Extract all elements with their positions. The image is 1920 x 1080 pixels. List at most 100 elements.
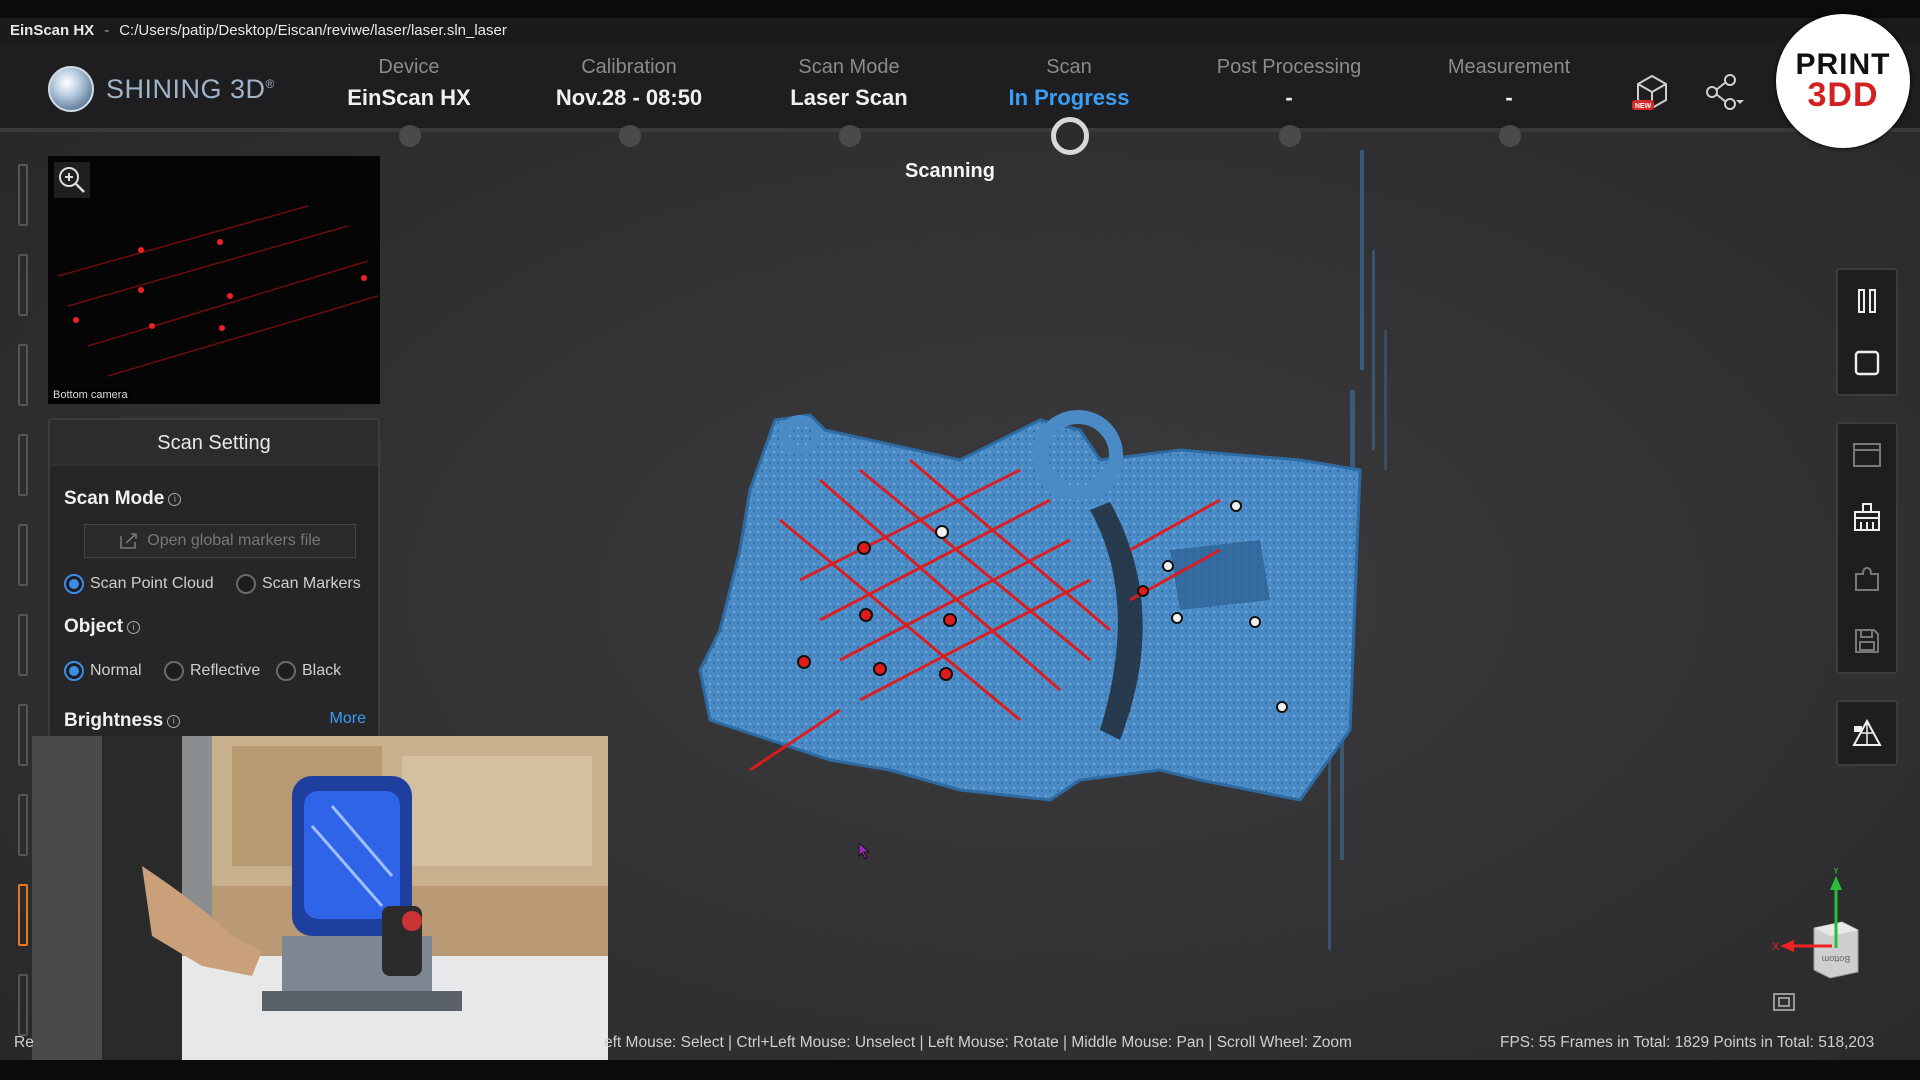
step-measurement[interactable]: Measurement - [1399, 56, 1619, 111]
radio-scan-point-cloud[interactable]: Scan Point Cloud [64, 574, 214, 594]
clean-button[interactable] [1838, 486, 1896, 548]
left-tab[interactable] [18, 704, 28, 766]
plugin-button[interactable] [1838, 548, 1896, 610]
left-tab[interactable] [18, 344, 28, 406]
scan-mode-label: Scan Mode [64, 488, 165, 509]
status-clipped-label: Re [14, 1034, 34, 1051]
stop-icon [1854, 350, 1880, 376]
mouse-hints: eft Mouse: Select | Ctrl+Left Mouse: Uns… [604, 1034, 1352, 1051]
open-file-icon [120, 533, 138, 549]
step-value: Laser Scan [790, 85, 908, 110]
step-scan-mode[interactable]: Scan Mode Laser Scan [739, 56, 959, 111]
info-icon[interactable]: i [168, 493, 182, 506]
stop-button[interactable] [1838, 332, 1896, 394]
save-icon [1855, 629, 1879, 653]
point-cloud-viewport[interactable] [660, 130, 1420, 1030]
zoom-in-icon[interactable] [54, 162, 90, 198]
puzzle-icon [1855, 566, 1879, 591]
radio-object-black[interactable]: Black [276, 661, 341, 681]
step-label: Calibration [581, 56, 677, 78]
title-bar: EinScan HX - C:/Users/patip/Desktop/Eisc… [0, 18, 1920, 55]
radio-object-reflective[interactable]: Reflective [164, 661, 260, 681]
camera-preview: Bottom camera [48, 156, 380, 404]
left-tab[interactable] [18, 974, 28, 1036]
project-path: C:/Users/patip/Desktop/Eiscan/reviwe/las… [119, 21, 507, 39]
step-dot-device [399, 125, 421, 147]
object-heading: Object i [64, 616, 141, 638]
left-tab[interactable] [18, 524, 28, 586]
step-dot-measurement [1499, 125, 1521, 147]
step-label: Scan Mode [798, 56, 900, 78]
pause-icon [1858, 289, 1876, 313]
share-icon[interactable] [1700, 70, 1744, 114]
y-axis-label: Y [1832, 868, 1840, 877]
step-device[interactable]: Device EinScan HX [299, 56, 519, 111]
step-value: Nov.28 - 08:50 [555, 85, 703, 110]
radio-label: Normal [90, 662, 142, 679]
x-axis-label: X [1772, 941, 1780, 953]
top-letterbox [0, 0, 1920, 18]
left-tab[interactable] [18, 254, 28, 316]
new-badge: NEW [1635, 103, 1652, 110]
title-separator: - [104, 21, 110, 39]
object-label: Object [64, 616, 124, 637]
app-title: EinScan HX [10, 21, 95, 39]
axis-orientation-gizmo[interactable]: Bottom Y X [1766, 868, 1866, 988]
pip-video-overlay [32, 736, 608, 1060]
scanned-part-surface [698, 413, 1362, 802]
radio-label: Scan Markers [262, 575, 361, 592]
pause-button[interactable] [1838, 270, 1896, 332]
info-icon[interactable]: i [167, 715, 181, 728]
left-tab[interactable] [18, 614, 28, 676]
brand-registered: ® [265, 76, 275, 91]
radio-circle-icon [64, 574, 84, 594]
brand-name: SHINING 3D [106, 73, 266, 104]
step-scan[interactable]: Scan In Progress [959, 56, 1179, 111]
scan-control-group [1836, 268, 1898, 396]
print3dd-watermark-logo: PRINT 3DD [1776, 14, 1910, 148]
step-value: - [1505, 85, 1513, 110]
radio-label: Black [302, 662, 342, 679]
step-value: EinScan HX [347, 85, 471, 110]
left-tab[interactable] [18, 794, 28, 856]
more-link[interactable]: More [330, 710, 366, 728]
gizmo-face-label: Bottom [1822, 954, 1851, 964]
step-label: Measurement [1447, 56, 1571, 78]
scan-setting-panel: Scan Setting Scan Mode i Open global mark… [48, 418, 380, 738]
step-dot-calibration [619, 125, 641, 147]
brightness-heading: Brightness i [64, 710, 181, 732]
logo-globe-icon [48, 66, 94, 112]
left-tab[interactable] [18, 164, 28, 226]
watermark-line2: 3DD [1807, 76, 1879, 114]
model-new-icon[interactable]: NEW [1630, 70, 1674, 114]
einscan-window: EinScan HX - C:/Users/patip/Desktop/Eisc… [0, 0, 1920, 1080]
radio-circle-icon [164, 661, 184, 681]
left-tab-highlighted[interactable] [18, 884, 28, 946]
step-post-processing[interactable]: Post Processing - [1179, 56, 1399, 111]
step-label: Device [378, 56, 440, 78]
info-icon[interactable]: i [127, 621, 141, 634]
panel-title: Scan Setting [50, 420, 378, 466]
mesh-button[interactable] [1838, 702, 1896, 764]
step-label: Scan [1046, 56, 1092, 78]
radio-object-normal[interactable]: Normal [64, 661, 142, 681]
step-label: Post Processing [1216, 56, 1362, 78]
open-global-markers-label: Open global markers file [147, 532, 321, 549]
radio-circle-icon [276, 661, 296, 681]
step-value: In Progress [1008, 85, 1130, 110]
watermark-line1: PRINT [1795, 48, 1891, 81]
radio-scan-markers[interactable]: Scan Markers [236, 574, 361, 594]
shining3d-logo: SHINING 3D® [48, 66, 275, 112]
fit-view-icon[interactable] [1772, 992, 1796, 1012]
open-global-markers-button[interactable]: Open global markers file [84, 524, 356, 558]
step-calibration[interactable]: Calibration Nov.28 - 08:50 [519, 56, 739, 111]
brightness-label: Brightness [64, 710, 164, 731]
mesh-triangle-icon [1852, 718, 1882, 746]
view-window-button[interactable] [1838, 424, 1896, 486]
brush-clean-icon [1854, 503, 1880, 531]
save-button[interactable] [1838, 610, 1896, 672]
camera-laser-lines [57, 205, 379, 377]
camera-caption: Bottom camera [50, 388, 131, 402]
bottom-letterbox [0, 1060, 1920, 1080]
left-tab[interactable] [18, 434, 28, 496]
